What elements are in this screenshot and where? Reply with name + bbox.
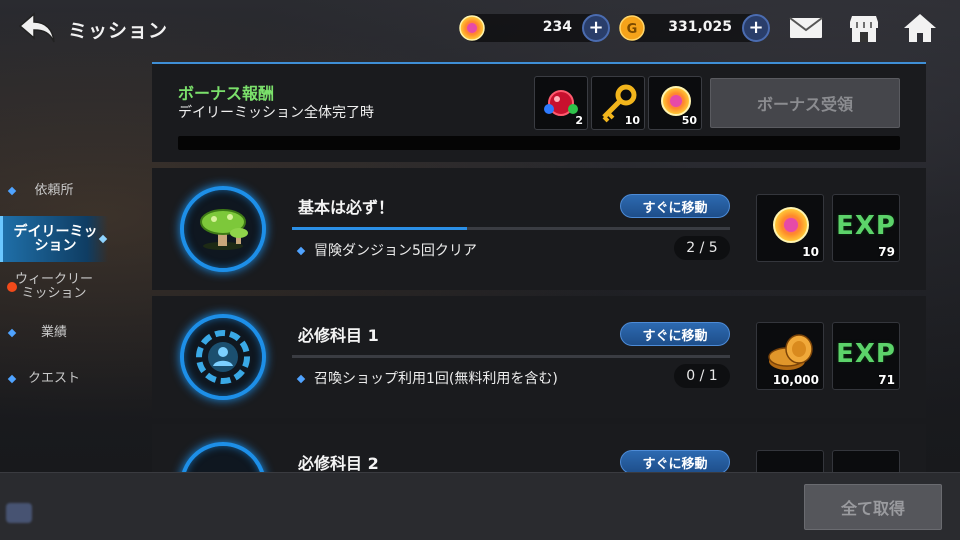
mission-progress-fill [292, 227, 468, 230]
bonus-title: ボーナス報酬 [178, 84, 275, 103]
page-title: ミッション [68, 20, 169, 42]
gold-counter: G 331,025 + [618, 14, 770, 42]
shop-icon[interactable] [846, 12, 882, 44]
mission-task-text: 召喚ショップ利用1回(無料利用を含む) [314, 371, 558, 387]
diamond-bullet-icon [98, 234, 108, 244]
sidebar-item-requests[interactable]: 依頼所 [0, 168, 108, 214]
mission-icon [180, 442, 266, 472]
bonus-reward-panel: ボーナス報酬 デイリーミッション全体完了時 2 10 50 ボーナス受領 [152, 62, 926, 162]
back-arrow-icon[interactable] [18, 10, 58, 46]
bonus-subtitle: デイリーミッション全体完了時 [178, 105, 374, 121]
mission-progress-bar [292, 227, 730, 230]
add-gems-button[interactable]: + [582, 14, 610, 42]
mission-title: 必修科目 1 [298, 326, 379, 345]
gem-counter: 234 + [458, 14, 610, 42]
mail-icon[interactable] [788, 12, 824, 44]
claim-all-button[interactable]: 全て取得 [804, 484, 942, 530]
gold-amount: 331,025 [668, 19, 732, 35]
notification-dot [7, 282, 17, 292]
mission-reward-slot[interactable] [756, 450, 824, 472]
mushroom-icon [180, 186, 266, 272]
mission-task-text: 冒険ダンジョン5回クリア [314, 243, 477, 259]
sidebar-item-label: クエスト [27, 371, 80, 386]
bonus-progress-bar [178, 136, 900, 150]
mission-reward-slot[interactable]: EXP 79 [832, 194, 900, 262]
mission-title: 必修科目 2 [298, 454, 379, 472]
sidebar-item-achievements[interactable]: 業績 [0, 310, 108, 356]
go-now-button[interactable]: すぐに移動 [620, 194, 730, 218]
mission-progress-bar [292, 355, 730, 358]
sidebar-item-weekly-missions[interactable]: ウィークリー ミッション [0, 264, 108, 310]
mission-title: 基本は必ず！ [298, 198, 395, 217]
sidebar-item-daily-missions[interactable]: デイリーミッ ション [0, 216, 108, 262]
reward-quantity: 71 [878, 373, 895, 387]
go-now-button[interactable]: すぐに移動 [620, 450, 730, 472]
diamond-bullet-icon [296, 246, 306, 256]
mission-task: 召喚ショップ利用1回(無料利用を含む) [296, 368, 558, 388]
sidebar-item-label: 依頼所 [34, 183, 74, 198]
reward-quantity: 79 [878, 245, 895, 259]
list-item: 基本は必ず！ すぐに移動 冒険ダンジョン5回クリア 2 / 5 10 EXP 7… [152, 168, 926, 290]
exp-icon: EXP [836, 339, 896, 369]
sidebar-item-label: ウィークリー ミッション [14, 272, 93, 301]
bonus-reward-slot[interactable]: 2 [534, 76, 588, 130]
mission-reward-slot[interactable]: 10 [756, 194, 824, 262]
rainbow-gem-icon [458, 14, 486, 42]
go-now-button[interactable]: すぐに移動 [620, 322, 730, 346]
add-gold-button[interactable]: + [742, 14, 770, 42]
reward-quantity: 10 [624, 114, 640, 127]
reward-quantity: 10,000 [772, 373, 819, 387]
summon-portal-icon [180, 314, 266, 400]
claim-bonus-button[interactable]: ボーナス受領 [710, 78, 900, 128]
diamond-bullet-icon [7, 374, 17, 384]
reward-quantity: 2 [575, 114, 583, 127]
diamond-bullet-icon [7, 328, 17, 338]
mission-reward-slot[interactable] [832, 450, 900, 472]
sidebar-item-label: 業績 [40, 325, 67, 340]
mission-progress-count: 0 / 1 [674, 364, 730, 388]
chat-icon[interactable] [6, 503, 32, 523]
home-icon[interactable] [902, 12, 938, 44]
list-item: 必修科目 2 すぐに移動 [152, 424, 926, 472]
reward-quantity: 10 [802, 245, 819, 259]
exp-icon: EXP [836, 211, 896, 241]
bonus-reward-slot[interactable]: 10 [591, 76, 645, 130]
mission-progress-count: 2 / 5 [674, 236, 730, 260]
gold-coin-icon: G [618, 14, 646, 42]
top-bar: ミッション 234 + G 331,025 + [0, 0, 960, 58]
mission-list[interactable]: 基本は必ず！ すぐに移動 冒険ダンジョン5回クリア 2 / 5 10 EXP 7… [152, 168, 926, 472]
list-item: 必修科目 1 すぐに移動 召喚ショップ利用1回(無料利用を含む) 0 / 1 1… [152, 296, 926, 418]
mission-reward-slot[interactable]: EXP 71 [832, 322, 900, 390]
sidebar-item-label: デイリーミッ ション [13, 224, 98, 254]
reward-quantity: 50 [681, 114, 697, 127]
mission-reward-slot[interactable]: 10,000 [756, 322, 824, 390]
bottom-bar: 全て取得 [0, 472, 960, 540]
diamond-bullet-icon [7, 186, 17, 196]
diamond-bullet-icon [296, 374, 306, 384]
sidebar-item-quests[interactable]: クエスト [0, 356, 108, 402]
bonus-reward-slot[interactable]: 50 [648, 76, 702, 130]
gem-amount: 234 [542, 19, 572, 35]
mission-task: 冒険ダンジョン5回クリア [296, 240, 477, 260]
svg-text:G: G [627, 22, 638, 37]
